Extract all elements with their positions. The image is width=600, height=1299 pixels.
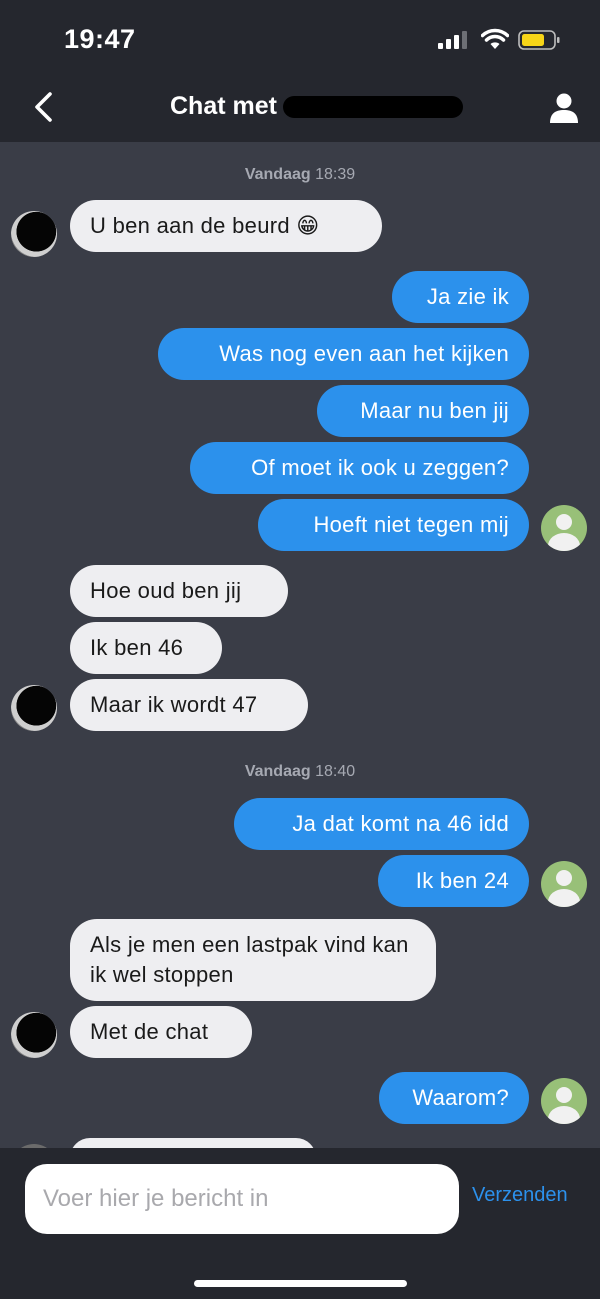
outgoing-message[interactable]: Ja zie ik (392, 271, 529, 323)
redacted-name (283, 96, 463, 118)
message-composer: Verzenden (0, 1148, 600, 1299)
timestamp-2: Vandaag 18:40 (244, 763, 356, 780)
contact-avatar[interactable] (11, 211, 57, 257)
outgoing-message[interactable]: Maar nu ben jij (317, 385, 529, 437)
contact-avatar[interactable] (11, 1012, 57, 1058)
battery-icon (518, 30, 560, 50)
incoming-message[interactable]: Ik ben 46 (70, 622, 222, 674)
send-button[interactable]: Verzenden (472, 1184, 568, 1207)
outgoing-message[interactable]: Ik ben 24 (378, 855, 529, 907)
signal-icon (438, 31, 467, 49)
status-bar: 19:47 (0, 0, 600, 72)
outgoing-message[interactable]: Was nog even aan het kijken (158, 328, 529, 380)
incoming-message[interactable]: Hoe oud ben jij (70, 565, 288, 617)
outgoing-message[interactable]: Of moet ik ook u zeggen? (190, 442, 529, 494)
status-time: 19:47 (64, 24, 136, 54)
user-icon[interactable] (548, 92, 580, 124)
own-avatar[interactable] (541, 861, 587, 907)
wifi-icon (481, 28, 509, 49)
incoming-message[interactable]: U ben aan de beurd 😁 (70, 200, 382, 252)
incoming-message[interactable]: Maar ik wordt 47 (70, 679, 308, 731)
incoming-message-partial[interactable] (70, 1138, 316, 1148)
chevron-left-icon[interactable] (28, 90, 60, 124)
timestamp-1: Vandaag 18:39 (244, 166, 356, 183)
outgoing-message[interactable]: Hoeft niet tegen mij (258, 499, 529, 551)
message-list[interactable]: Vandaag 18:39 U ben aan de beurd 😁 Ja zi… (0, 142, 600, 1148)
own-avatar[interactable] (541, 505, 587, 551)
contact-avatar[interactable] (11, 685, 57, 731)
chat-title: Chat met (170, 92, 277, 120)
outgoing-message[interactable]: Waarom? (379, 1072, 529, 1124)
incoming-message[interactable]: Met de chat (70, 1006, 252, 1058)
incoming-message[interactable]: Als je men een lastpak vind kan ik wel s… (70, 919, 436, 1001)
outgoing-message[interactable]: Ja dat komt na 46 idd (234, 798, 529, 850)
own-avatar[interactable] (541, 1078, 587, 1124)
chat-header: Chat met (0, 72, 600, 142)
home-indicator[interactable] (194, 1280, 407, 1287)
message-input[interactable] (25, 1164, 459, 1234)
